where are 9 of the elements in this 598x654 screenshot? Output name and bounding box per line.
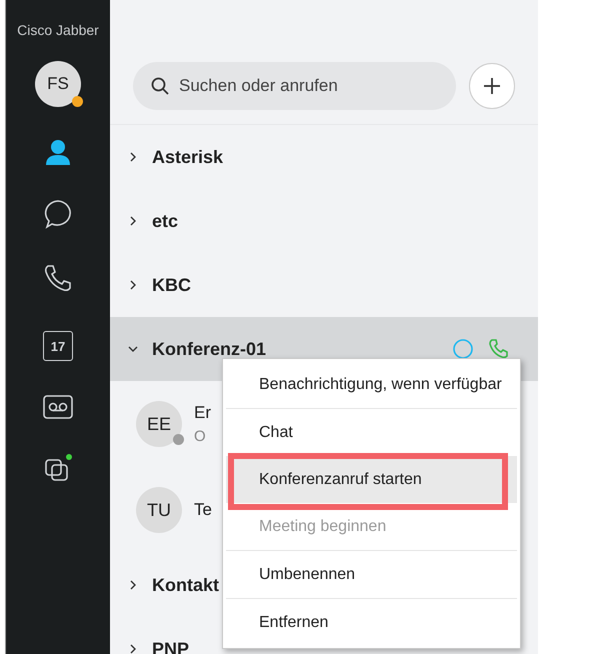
contact-name: Te <box>194 499 212 522</box>
group-name: KBC <box>152 274 191 296</box>
contact-status: O <box>194 426 207 446</box>
group-name: Konferenz-01 <box>152 338 266 360</box>
group-name: Asterisk <box>152 146 224 168</box>
group-name: Kontakt <box>152 574 219 596</box>
group-name: etc <box>152 210 178 232</box>
contact-name: Er <box>194 402 211 424</box>
app-title: Cisco Jabber <box>17 21 99 40</box>
